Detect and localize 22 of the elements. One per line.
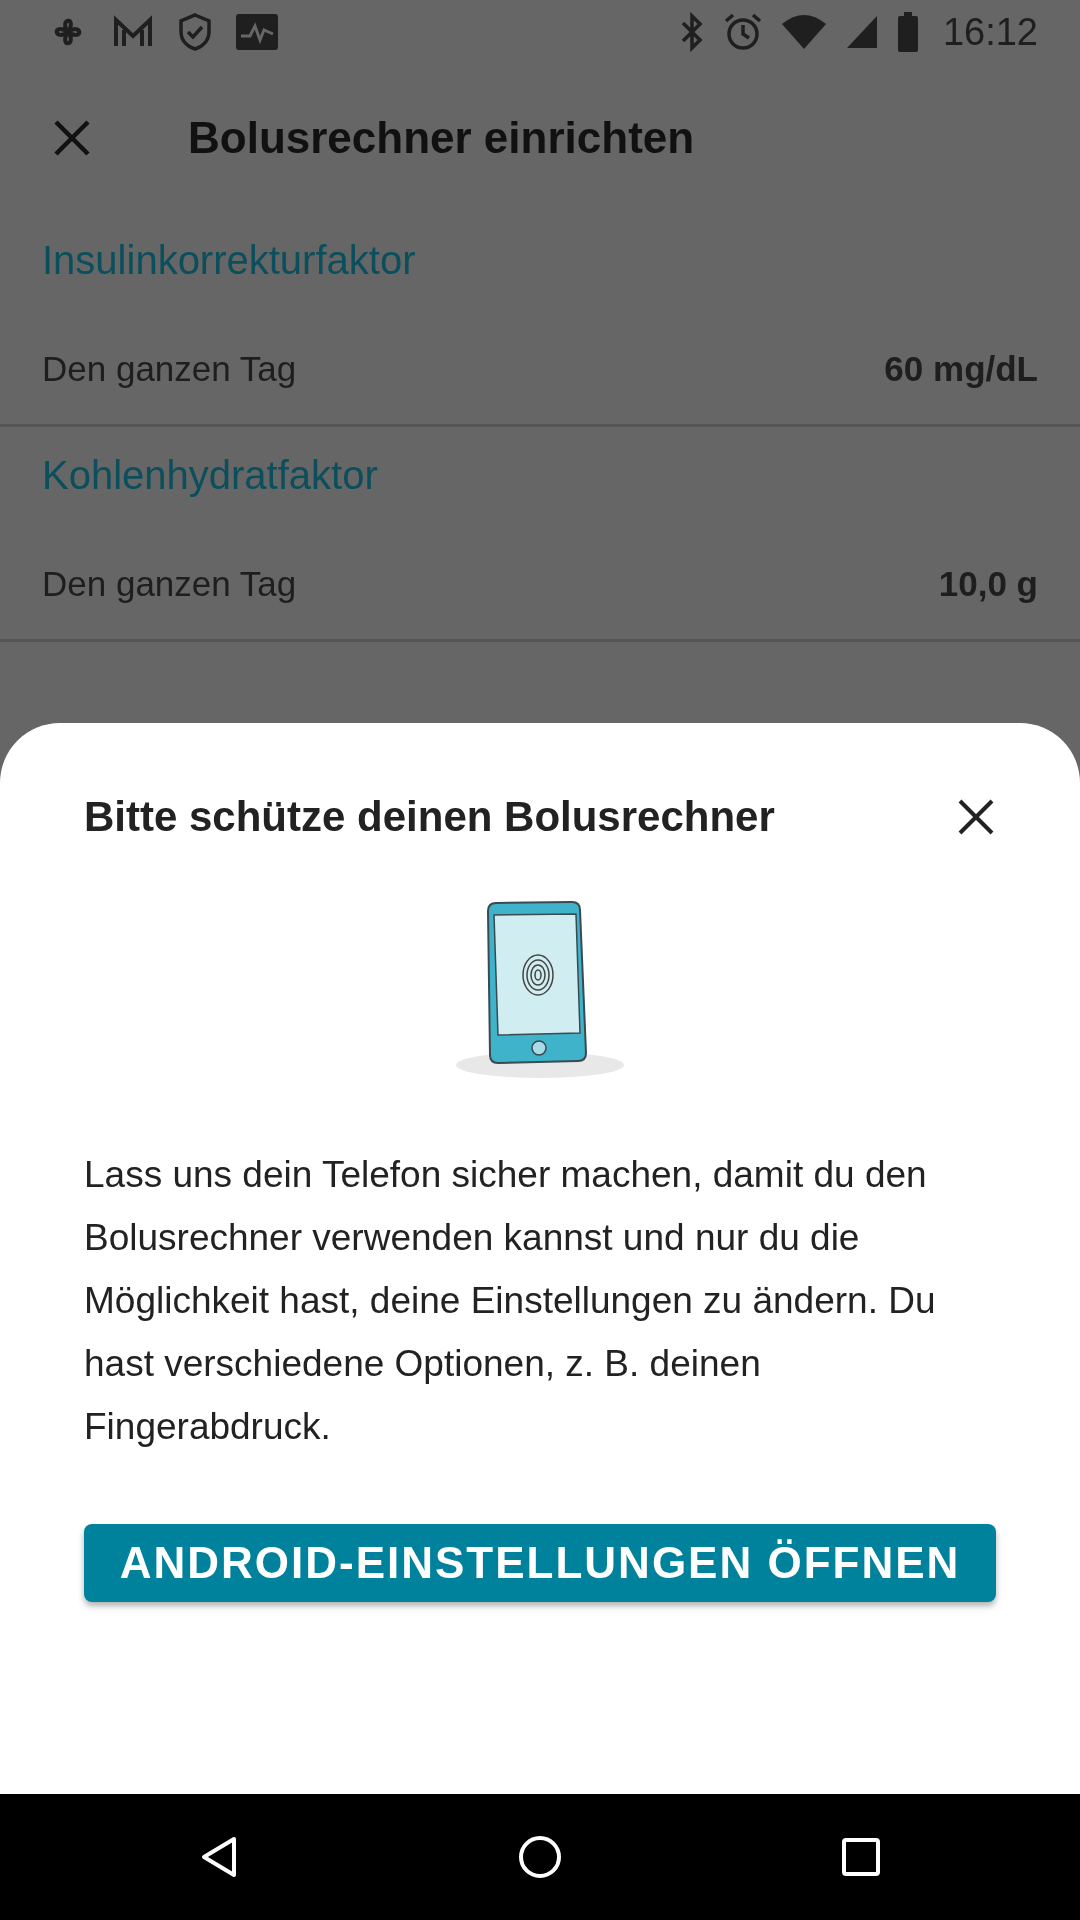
open-settings-button[interactable]: ANDROID-EINSTELLUNGEN ÖFFNEN (84, 1524, 996, 1602)
clock-time: 16:12 (942, 10, 1038, 54)
row-value: 10,0 g (938, 564, 1038, 604)
section-heading: Kohlenhydratfaktor (42, 452, 379, 499)
section-heading: Insulinkorrekturfaktor (42, 237, 417, 284)
sheet-message: Lass uns dein Telefon sicher machen, damit du den Bolusrechner verwenden kannst und nur du die Möglichkeit hast, deine Einstellungen zu ändern. Du hast verschiedene Optionen, z. B. deinen Fingerabdruck. (84, 1153, 937, 1449)
close-icon[interactable] (956, 797, 996, 837)
recents-icon[interactable] (840, 1837, 881, 1877)
setting-row[interactable]: Den ganzen Tag 10,0 g (42, 529, 1038, 639)
row-label: Den ganzen Tag (42, 349, 297, 389)
setting-row[interactable]: Den ganzen Tag 60 mg/dL (42, 314, 1038, 424)
shield-icon (178, 12, 212, 52)
signal-icon (844, 14, 879, 50)
wifi-icon (780, 14, 827, 50)
activity-icon (236, 14, 278, 50)
row-label: Den ganzen Tag (42, 564, 297, 604)
home-icon[interactable] (518, 1835, 562, 1879)
sheet-title: Bitte schütze deinen Bolusrechner (84, 793, 775, 841)
battery-icon (896, 12, 919, 52)
row-value: 60 mg/dL (884, 349, 1038, 389)
alarm-icon (722, 12, 763, 52)
screen-title: Bolusrechner einrichten (188, 113, 695, 163)
